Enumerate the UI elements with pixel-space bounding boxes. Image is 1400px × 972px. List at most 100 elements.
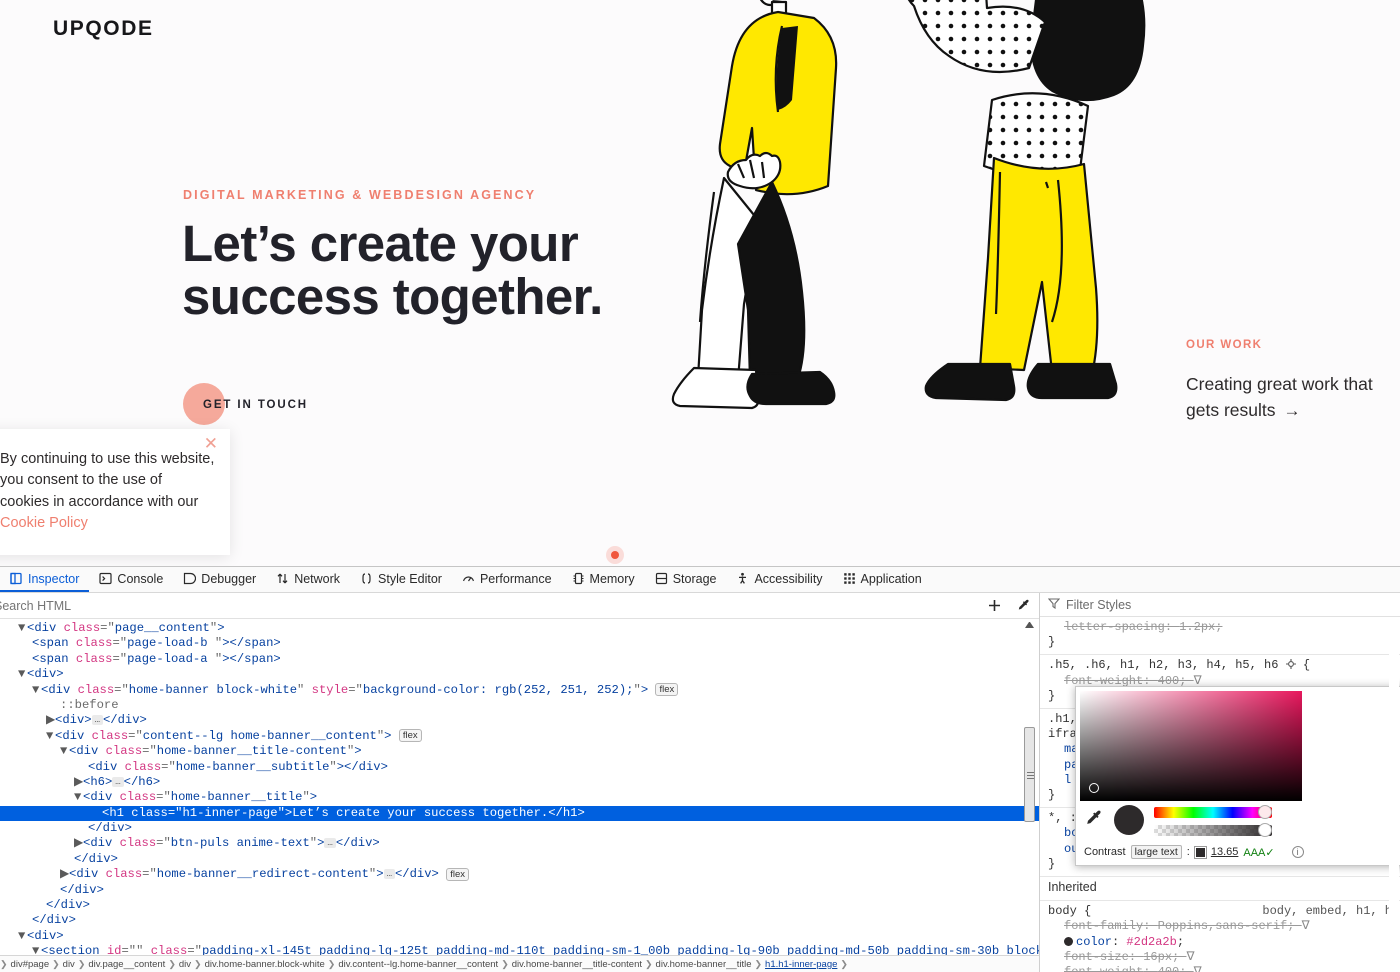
dom-node-line[interactable]: ▼ <div class="page__content"> xyxy=(0,621,1039,636)
dom-node-line[interactable]: </div> xyxy=(0,883,1039,898)
our-work-block[interactable]: OUR WORK Creating great work that gets r… xyxy=(1186,339,1386,424)
dom-node-line[interactable]: <span class="page-load-b "></span> xyxy=(0,636,1039,651)
filter-styles-bar[interactable]: Filter Styles xyxy=(1040,593,1400,617)
filter-icon[interactable]: ∇ xyxy=(1186,950,1194,965)
tab-network[interactable]: Network xyxy=(266,567,350,592)
breadcrumb-separator: ❯ xyxy=(77,958,86,969)
css-value[interactable]: Poppins,sans-serif xyxy=(1158,919,1288,933)
css-rule[interactable]: Inherited xyxy=(1040,877,1400,902)
breadcrumb-separator: ❯ xyxy=(645,958,653,969)
css-declaration[interactable]: font-size: 16px; ∇ xyxy=(1048,950,1392,965)
hue-slider[interactable] xyxy=(1154,805,1272,819)
scrollbar-thumb[interactable] xyxy=(1024,727,1035,822)
alpha-slider[interactable] xyxy=(1154,823,1272,837)
css-rule[interactable]: body body, embed, h1, h {font-family: Pop… xyxy=(1040,901,1400,972)
dom-node-line[interactable]: ▼ <div class="content--lg home-banner__co… xyxy=(0,729,1039,744)
dom-node-line[interactable]: ▼ <div class="home-banner__title-content"… xyxy=(0,744,1039,759)
color-picker-popup[interactable]: Contrast large text : 13.65 AAA✓ i xyxy=(1075,686,1400,866)
dom-node-line[interactable]: ▼ <section id="" class="padding-xl-145t p… xyxy=(0,944,1039,955)
dom-node-line[interactable]: </div> xyxy=(0,913,1039,928)
dom-node-line[interactable]: ::before xyxy=(0,698,1039,713)
dom-node-line[interactable]: ▼ <div> xyxy=(0,667,1039,682)
css-value[interactable]: 16px xyxy=(1143,950,1172,964)
tab-label: Memory xyxy=(589,571,635,586)
scroll-up-arrow[interactable] xyxy=(1025,619,1034,628)
dom-node-line[interactable]: ▼ <div class="home-banner__title"> xyxy=(0,790,1039,805)
cookie-policy-link[interactable]: Cookie Policy xyxy=(0,515,88,531)
debugger-icon xyxy=(183,572,197,585)
styles-pane: Filter Styles letter-spacing: 1.2px;} .h5… xyxy=(1040,593,1400,972)
breadcrumb-item[interactable]: div.content--lg.home-banner__content xyxy=(335,959,501,970)
contrast-size-pill[interactable]: large text xyxy=(1130,845,1182,859)
tab-inspector[interactable]: Inspector xyxy=(0,567,90,592)
tab-label: Storage xyxy=(672,571,717,586)
breadcrumb-item[interactable]: div xyxy=(176,959,194,970)
css-value[interactable]: #2d2a2b xyxy=(1126,935,1176,949)
css-declaration[interactable]: font-family: Poppins,sans-serif; ∇ xyxy=(1048,919,1392,934)
breadcrumb-item[interactable]: div xyxy=(60,959,78,970)
breadcrumb-item[interactable]: div.home-banner__title-content xyxy=(509,959,645,970)
hue-knob[interactable] xyxy=(1258,805,1272,819)
search-html-input[interactable] xyxy=(0,597,971,614)
sv-knob[interactable] xyxy=(1089,783,1099,793)
dom-node-line[interactable]: ▼ <div class="home-banner block-white" st… xyxy=(0,683,1039,698)
css-rule[interactable]: letter-spacing: 1.2px;} xyxy=(1040,617,1400,656)
dom-node-line[interactable]: <div class="home-banner__subtitle"></div… xyxy=(0,760,1039,775)
contrast-colon: : xyxy=(1186,846,1190,858)
dom-node-line[interactable]: <span class="page-load-a "></span> xyxy=(0,652,1039,667)
tab-accessibility[interactable]: Accessibility xyxy=(726,567,832,592)
tab-application[interactable]: Application xyxy=(833,567,932,592)
get-in-touch-button[interactable]: GET IN TOUCH xyxy=(183,383,308,427)
site-logo[interactable]: UPQODE xyxy=(53,17,154,41)
eyedropper-icon[interactable] xyxy=(1009,593,1039,619)
contrast-row: Contrast large text : 13.65 AAA✓ i xyxy=(1084,845,1304,859)
css-selector[interactable]: body body, embed, h1, h { xyxy=(1048,904,1392,919)
dom-node-line[interactable]: ▶<div>… </div> xyxy=(0,713,1039,728)
markup-scrollbar[interactable] xyxy=(1024,619,1035,955)
css-value[interactable]: 1.2px xyxy=(1179,620,1215,634)
breadcrumb-item[interactable]: div#page xyxy=(8,959,53,970)
tab-storage[interactable]: Storage xyxy=(645,567,727,592)
arrow-right-icon: → xyxy=(1283,401,1301,421)
tab-console[interactable]: Console xyxy=(89,567,173,592)
filter-icon[interactable]: ∇ xyxy=(1302,919,1310,934)
dom-node-line[interactable]: </div> xyxy=(0,852,1039,867)
tab-style-editor[interactable]: Style Editor xyxy=(350,567,452,592)
dom-node-line[interactable]: </div> xyxy=(0,898,1039,913)
dom-node-line[interactable]: ▼ <div> xyxy=(0,929,1039,944)
styles-scrollbar[interactable] xyxy=(1389,617,1399,972)
our-work-text: Creating great work that gets results → xyxy=(1186,371,1386,424)
add-node-button[interactable] xyxy=(979,593,1009,619)
dom-tree[interactable]: ▼ <div class="page__content"> <span class=… xyxy=(0,619,1039,955)
breadcrumb-item[interactable]: div.home-banner__title xyxy=(653,959,755,970)
css-declaration[interactable]: color: #2d2a2b; xyxy=(1048,935,1392,950)
breadcrumb-separator: ❯ xyxy=(501,958,509,969)
tab-performance[interactable]: Performance xyxy=(452,567,562,592)
css-declaration[interactable]: letter-spacing: 1.2px; xyxy=(1048,620,1392,635)
breadcrumb[interactable]: ❯ div#page ❯ div ❯ div.page__content ❯ div ❯ div.… xyxy=(0,955,1039,972)
dom-node-line[interactable]: ▶<h6>… </h6> xyxy=(0,775,1039,790)
breadcrumb-item[interactable]: div.home-banner.block-white xyxy=(202,959,328,970)
target-icon[interactable] xyxy=(1285,659,1296,670)
contrast-label: Contrast xyxy=(1084,846,1126,858)
saturation-value-area[interactable] xyxy=(1080,691,1302,801)
memory-icon xyxy=(572,572,585,585)
css-selector[interactable]: .h5, .h6, h1, h2, h3, h4, h5, h6 { xyxy=(1048,658,1392,673)
tab-memory[interactable]: Memory xyxy=(562,567,645,592)
eyedropper-icon[interactable] xyxy=(1084,809,1104,829)
css-property: font-size xyxy=(1064,949,1129,964)
breadcrumb-item[interactable]: div.page__content xyxy=(85,959,168,970)
search-html-box[interactable] xyxy=(0,597,979,615)
color-swatch[interactable] xyxy=(1064,936,1073,946)
dom-node-line[interactable]: ▶<div class="btn-puls anime-text">… </div… xyxy=(0,836,1039,851)
info-icon[interactable]: i xyxy=(1291,846,1304,858)
alpha-knob[interactable] xyxy=(1258,823,1272,837)
dom-node-line[interactable]: ▶<div class="home-banner__redirect-conte… xyxy=(0,867,1039,882)
dom-node-line[interactable]: </div> xyxy=(0,821,1039,836)
breadcrumb-separator: ❯ xyxy=(168,958,176,969)
tab-debugger[interactable]: Debugger xyxy=(173,567,266,592)
breadcrumb-item[interactable]: h1.h1-inner-page xyxy=(762,959,840,970)
web-page-viewport: UPQODE DIGITAL MARKETING & WEBDESIGN AGE… xyxy=(0,0,1400,566)
breadcrumb-separator: ❯ xyxy=(327,958,336,969)
dom-node-line[interactable]: <h1 class="h1-inner-page">Let’s create y… xyxy=(0,805,1039,822)
